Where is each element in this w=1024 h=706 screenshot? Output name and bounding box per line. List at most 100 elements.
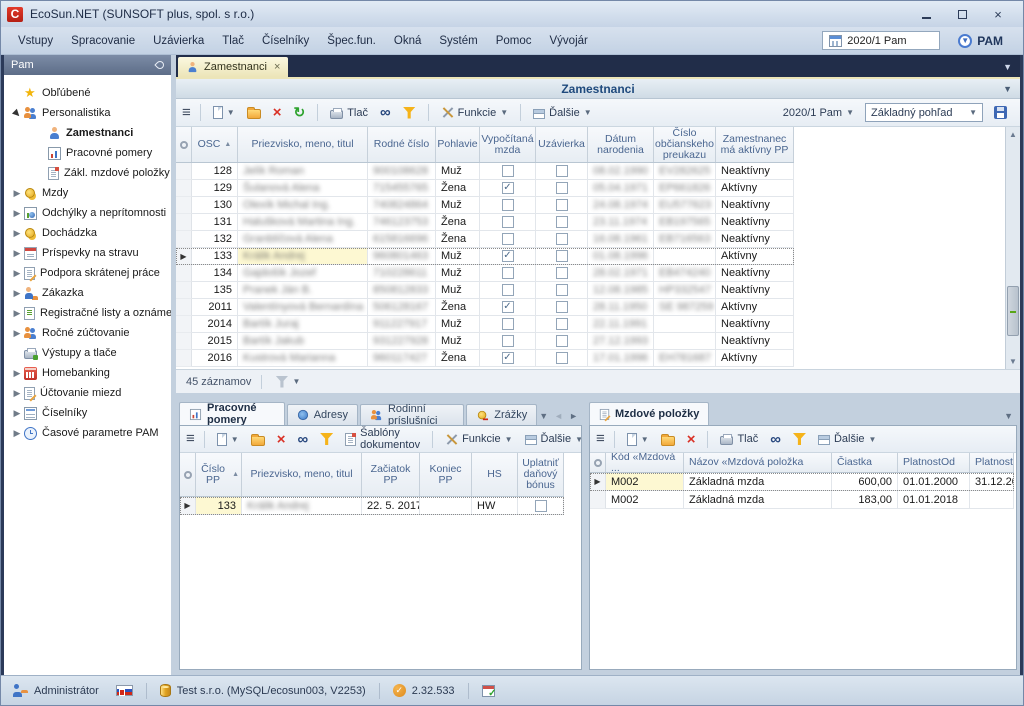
cell-idcard[interactable]: HP332547 xyxy=(654,282,716,299)
cell-osc[interactable]: 2016 xyxy=(192,350,238,367)
cell-calc[interactable] xyxy=(480,333,536,350)
sidebar-item-zakl-mzdove-polozky[interactable]: Zákl. mzdové položky xyxy=(4,163,171,183)
sidebar-item-odchylky[interactable]: ▶Odchýlky a neprítomnosti xyxy=(4,203,171,223)
cell-calc[interactable] xyxy=(480,282,536,299)
column-header-gender[interactable]: Pohlavie xyxy=(436,127,480,162)
expand-icon[interactable]: ▶ xyxy=(10,268,24,279)
minimize-button[interactable] xyxy=(915,5,937,23)
checkbox[interactable] xyxy=(502,165,514,177)
cell-closed[interactable] xyxy=(536,180,588,197)
column-header-osc[interactable]: OSC▲ xyxy=(192,127,238,162)
column-header-to[interactable]: PlatnostD xyxy=(970,453,1014,472)
tab-pracovne-pomery[interactable]: Pracovné pomery xyxy=(179,402,285,425)
checkbox[interactable] xyxy=(556,335,568,347)
delete-record-button[interactable]: × xyxy=(270,104,285,121)
cell-rc[interactable]: 715455765 xyxy=(368,180,436,197)
cell-closed[interactable] xyxy=(536,282,588,299)
sidebar-header[interactable]: Pam xyxy=(4,55,171,75)
search-button[interactable]: ∞ xyxy=(377,104,394,121)
expand-icon[interactable]: ▶ xyxy=(10,328,24,339)
cell-gender[interactable]: Muž xyxy=(436,282,480,299)
sidebar-item-vystupy-a-tlace[interactable]: Výstupy a tlače xyxy=(4,343,171,363)
tab-overflow-icon[interactable]: ▼ xyxy=(1004,411,1013,421)
tab-mzdove-polozky[interactable]: Mzdové položky xyxy=(589,402,709,425)
cell-closed[interactable] xyxy=(536,197,588,214)
expand-icon[interactable]: ▶ xyxy=(10,248,24,259)
tab-rodinni-prislusnici[interactable]: Rodinní príslušníci xyxy=(360,404,464,425)
panel-dropdown-icon[interactable]: ▼ xyxy=(1003,84,1012,94)
cell-osc[interactable]: 2015 xyxy=(192,333,238,350)
column-header-active[interactable]: Zamestnanec má aktívny PP xyxy=(716,127,794,162)
expand-icon[interactable]: ▶ xyxy=(10,288,24,299)
cell-name[interactable]: Valentínyová Bernardína xyxy=(238,299,368,316)
column-header-name[interactable]: Názov «Mzdová položka xyxy=(684,453,832,472)
table-row[interactable]: 131Halušková Martina Ing.746123753Žena23… xyxy=(176,214,794,231)
scroll-down-icon[interactable]: ▼ xyxy=(1006,354,1020,369)
expand-icon[interactable]: ▶ xyxy=(10,308,24,319)
period-field[interactable]: 2020/1 Pam xyxy=(822,31,940,50)
cell-calc[interactable] xyxy=(480,316,536,333)
close-button[interactable]: × xyxy=(987,5,1009,23)
cell-name[interactable]: Halušková Martina Ing. xyxy=(238,214,368,231)
filter-button[interactable] xyxy=(400,105,419,121)
cell-bonus[interactable] xyxy=(518,497,564,515)
cell-birth[interactable]: 16.08.1961 xyxy=(588,231,654,248)
checkbox[interactable] xyxy=(556,233,568,245)
sidebar-item-mzdy[interactable]: ▶Mzdy xyxy=(4,183,171,203)
cell-idcard[interactable]: EB197565 xyxy=(654,214,716,231)
checkbox[interactable] xyxy=(556,318,568,330)
cell-calc[interactable] xyxy=(480,197,536,214)
column-header-idcard[interactable]: Číslo občianskeho preukazu xyxy=(654,127,716,162)
menu-item-ciselniky[interactable]: Číselníky xyxy=(253,31,318,51)
checkbox[interactable] xyxy=(502,267,514,279)
footer-filter-button[interactable]: ▼ xyxy=(272,374,303,390)
cell-osc[interactable]: 135 xyxy=(192,282,238,299)
cell-birth[interactable]: 23.11.1974 xyxy=(588,214,654,231)
maximize-button[interactable] xyxy=(951,5,973,23)
tab-close-icon[interactable]: × xyxy=(274,61,280,73)
tab-adresy[interactable]: Adresy xyxy=(287,404,358,425)
sidebar-item-casove-parametre-pam[interactable]: ▶Časové parametre PAM xyxy=(4,423,171,443)
cell-closed[interactable] xyxy=(536,333,588,350)
sidebar-item-prispevky-na-stravu[interactable]: ▶Príspevky na stravu xyxy=(4,243,171,263)
cell-birth[interactable]: 17.01.1996 xyxy=(588,350,654,367)
column-header-pp[interactable]: Číslo PP▲ xyxy=(196,453,242,496)
menu-item-spec-fun[interactable]: Špec.fun. xyxy=(318,31,385,51)
cell-idcard[interactable] xyxy=(654,333,716,350)
sidebar-item-pracovne-pomery[interactable]: Pracovné pomery xyxy=(4,143,171,163)
table-row[interactable]: ▶133Králik Andrej960801463Muž✓01.08.1996… xyxy=(176,248,794,265)
column-header-calc[interactable]: Vypočítaná mzda xyxy=(480,127,536,162)
sidebar-item-rocne-zuctovanie[interactable]: ▶Ročné zúčtovanie xyxy=(4,323,171,343)
menu-item-okna[interactable]: Okná xyxy=(385,31,431,51)
table-row[interactable]: ▶M002Základná mzda600,0001.01.200031.12.… xyxy=(590,473,1014,491)
cell-osc[interactable]: 131 xyxy=(192,214,238,231)
cell-rc[interactable]: 740824864 xyxy=(368,197,436,214)
search-button[interactable]: ∞ xyxy=(294,431,311,448)
table-row[interactable]: 130Olexík Michal Ing.740824864Muž24.08.1… xyxy=(176,197,794,214)
cell-name[interactable]: Bartík Juraj xyxy=(238,316,368,333)
cell-osc[interactable]: 129 xyxy=(192,180,238,197)
sidebar-item-podpora-skratenej-prace[interactable]: ▶Podpora skrátenej práce xyxy=(4,263,171,283)
cell-active[interactable]: Neaktívny xyxy=(716,282,794,299)
table-row[interactable]: 129Šulanová Alena715455765Žena✓05.04.197… xyxy=(176,180,794,197)
menu-item-tlac[interactable]: Tlač xyxy=(213,31,253,51)
checkbox[interactable] xyxy=(556,182,568,194)
expand-icon[interactable]: ▶ xyxy=(10,208,24,219)
expand-icon[interactable]: ▶ xyxy=(10,428,24,439)
cell-birth[interactable]: 28.11.1950 xyxy=(588,299,654,316)
cell-rc[interactable]: 911227917 xyxy=(368,316,436,333)
column-header-rc[interactable]: Rodné číslo xyxy=(368,127,436,162)
sidebar-item-ciselniky[interactable]: ▶Číselníky xyxy=(4,403,171,423)
table-row[interactable]: 2015Bartík Jakub931227928Muž27.12.1993Ne… xyxy=(176,333,794,350)
menu-item-pomoc[interactable]: Pomoc xyxy=(487,31,541,51)
functions-menu-button[interactable]: Funkcie▼ xyxy=(438,104,511,121)
expand-icon[interactable]: ▶ xyxy=(10,368,24,379)
cell-birth[interactable]: 28.02.1971 xyxy=(588,265,654,282)
cell-idcard[interactable] xyxy=(654,248,716,265)
open-record-button[interactable] xyxy=(658,431,678,448)
cell-rc[interactable]: 615816696 xyxy=(368,231,436,248)
cell-rc[interactable]: 960801463 xyxy=(368,248,436,265)
checkbox[interactable] xyxy=(556,352,568,364)
cell-name[interactable]: Základná mzda xyxy=(684,491,832,509)
cell-idcard[interactable]: EP661826 xyxy=(654,180,716,197)
